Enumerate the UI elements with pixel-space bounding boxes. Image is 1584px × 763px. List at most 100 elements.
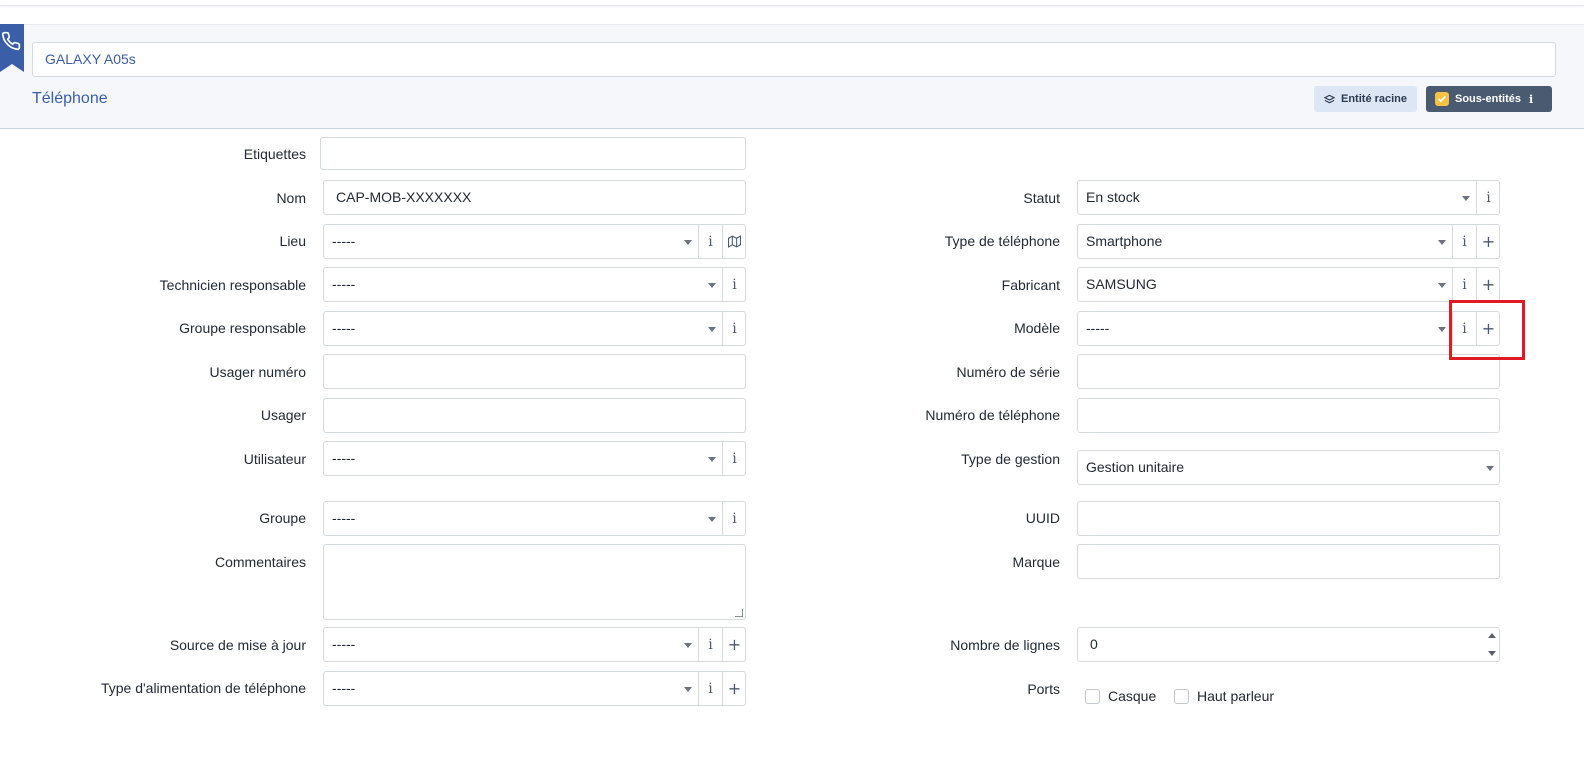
groupe-responsable-value: ----- [332,320,356,336]
modele-label: Modèle [1014,320,1060,336]
numero-serie-field[interactable] [1077,354,1500,389]
chevron-down-icon [708,327,716,332]
groupe-label: Groupe [259,510,306,526]
chevron-down-icon [708,457,716,462]
groupe-responsable-label: Groupe responsable [179,320,306,336]
top-bar [0,0,1584,6]
technicien-label: Technicien responsable [159,277,306,293]
uuid-field[interactable] [1077,501,1500,536]
statut-label: Statut [1023,190,1060,206]
casque-label: Casque [1108,688,1157,704]
utilisateur-value: ----- [332,450,356,466]
haut-parleur-checkbox[interactable] [1174,689,1189,704]
groupe-responsable-select[interactable]: ----- i [323,311,746,346]
info-icon[interactable]: i [1476,181,1500,214]
spin-up-icon[interactable] [1488,633,1496,638]
root-entity-button[interactable]: Entité racine [1314,86,1417,112]
lieu-label: Lieu [279,233,306,249]
marque-field[interactable] [1077,544,1500,579]
item-type-title: Téléphone [32,90,108,107]
resize-handle-icon[interactable] [735,609,743,617]
nombre-lignes-field[interactable]: 0 [1077,627,1500,662]
casque-checkbox[interactable] [1085,689,1100,704]
numero-serie-label: Numéro de série [956,364,1061,380]
info-icon[interactable]: i [722,502,746,535]
ports-label: Ports [1027,681,1060,697]
add-icon[interactable]: + [722,628,746,661]
item-name-field[interactable]: GALAXY A05s [32,42,1556,77]
highlight-box [1449,300,1525,360]
numero-telephone-field[interactable] [1077,398,1500,433]
type-telephone-value: Smartphone [1086,233,1163,249]
root-entity-label: Entité racine [1341,93,1408,105]
info-icon[interactable]: i [698,225,722,258]
info-icon[interactable]: i [722,268,746,301]
statut-value: En stock [1086,189,1140,205]
chevron-down-icon [1438,327,1446,332]
usager-label: Usager [260,407,306,423]
modele-select[interactable]: ----- i + [1077,311,1500,346]
info-icon[interactable]: i [698,672,722,705]
usager-numero-label: Usager numéro [209,364,307,380]
chevron-down-icon [1438,240,1446,245]
commentaires-textarea[interactable] [323,544,746,620]
spin-down-icon[interactable] [1488,651,1496,656]
chevron-down-icon [708,517,716,522]
etiquettes-field[interactable] [320,137,746,170]
info-icon[interactable]: i [1452,268,1476,301]
utilisateur-select[interactable]: ----- i [323,441,746,476]
fabricant-select[interactable]: SAMSUNG i + [1077,267,1500,302]
type-telephone-label: Type de téléphone [944,233,1060,249]
info-icon[interactable]: i [722,442,746,475]
fabricant-label: Fabricant [1001,277,1060,293]
lieu-value: ----- [332,233,356,249]
source-select[interactable]: ----- i + [323,627,746,662]
modele-value: ----- [1086,320,1110,336]
chevron-down-icon [684,240,692,245]
type-telephone-select[interactable]: Smartphone i + [1077,224,1500,259]
nom-value: CAP-MOB-XXXXXXX [336,189,472,205]
nom-label: Nom [276,190,306,206]
marque-label: Marque [1012,554,1060,570]
lieu-select[interactable]: ----- i [323,224,746,259]
chevron-down-icon [684,643,692,648]
etiquettes-label: Etiquettes [243,146,306,162]
map-icon[interactable] [722,225,746,258]
info-icon[interactable]: i [722,312,746,345]
info-icon: i [1529,92,1534,106]
usager-numero-field[interactable] [323,354,746,389]
alimentation-label: Type d'alimentation de téléphone [100,680,306,696]
info-icon[interactable]: i [1452,225,1476,258]
add-icon[interactable]: + [1476,268,1500,301]
numero-telephone-label: Numéro de téléphone [925,407,1060,423]
chevron-down-icon [684,687,692,692]
usager-field[interactable] [323,398,746,433]
info-icon[interactable]: i [698,628,722,661]
nombre-lignes-value: 0 [1090,636,1098,652]
utilisateur-label: Utilisateur [243,451,306,467]
sub-entities-button[interactable]: Sous-entités i [1426,86,1552,112]
statut-select[interactable]: En stock i [1077,180,1500,215]
item-type-ribbon [0,24,24,72]
fabricant-value: SAMSUNG [1086,276,1157,292]
alimentation-value: ----- [332,680,356,696]
layers-icon [1324,94,1335,103]
sub-entities-label: Sous-entités [1455,93,1522,105]
type-gestion-label: Type de gestion [961,451,1060,467]
chevron-down-icon [1462,196,1470,201]
groupe-value: ----- [332,510,356,526]
add-icon[interactable]: + [1476,225,1500,258]
phone-icon [1,31,21,51]
checkbox-checked-icon [1435,92,1449,106]
source-label: Source de mise à jour [169,637,306,653]
type-gestion-select[interactable]: Gestion unitaire [1077,450,1500,485]
add-icon[interactable]: + [722,672,746,705]
technicien-value: ----- [332,276,356,292]
nom-field[interactable]: CAP-MOB-XXXXXXX [323,180,746,215]
technicien-select[interactable]: ----- i [323,267,746,302]
chevron-down-icon [1486,466,1494,471]
alimentation-select[interactable]: ----- i + [323,671,746,706]
uuid-label: UUID [1025,510,1060,526]
groupe-select[interactable]: ----- i [323,501,746,536]
type-gestion-value: Gestion unitaire [1086,459,1185,475]
